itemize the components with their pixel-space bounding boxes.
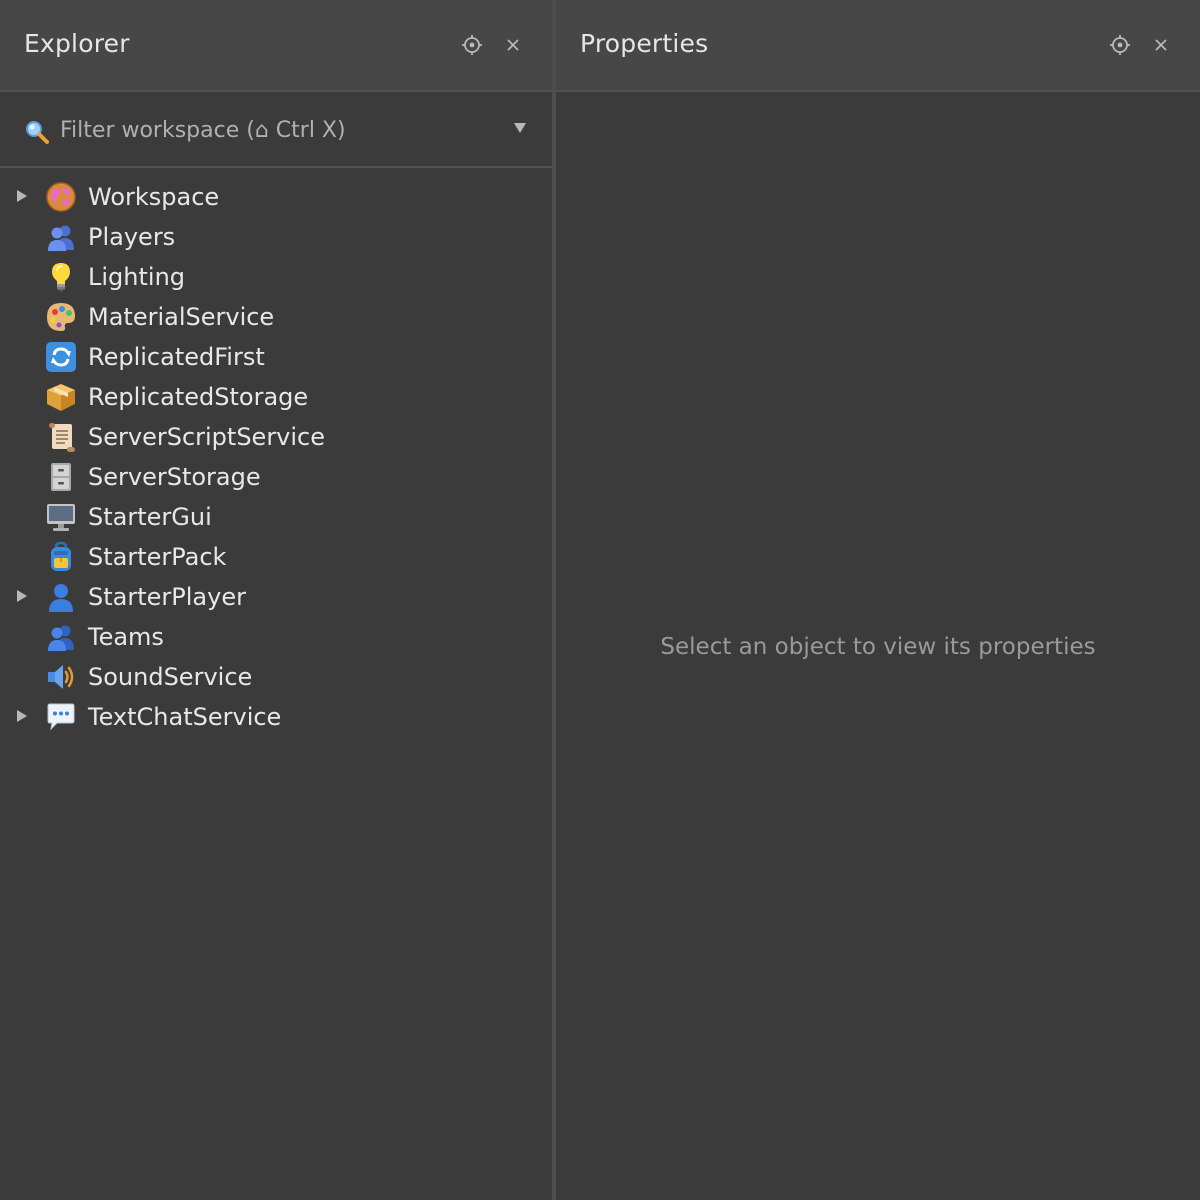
filter-workspace-input[interactable] [60, 112, 480, 148]
speaker-icon [48, 665, 74, 689]
tree-item-label: StarterPlayer [88, 583, 246, 611]
tree-item-label: TextChatService [88, 703, 282, 731]
palette-icon [47, 303, 75, 331]
gear-icon [1110, 35, 1130, 55]
explorer-title: Explorer [24, 29, 130, 58]
explorer-close-button[interactable] [498, 30, 528, 60]
tree-item-textchatservice[interactable]: TextChatService [0, 696, 552, 736]
tree-item-players[interactable]: Players [0, 216, 552, 256]
expand-arrow-icon[interactable] [14, 188, 30, 204]
tree-item-replicatedfirst[interactable]: ReplicatedFirst [0, 336, 552, 376]
close-icon [507, 39, 519, 51]
tree-item-starterpack[interactable]: StarterPack [0, 536, 552, 576]
tree-item-teams[interactable]: Teams [0, 616, 552, 656]
properties-title: Properties [580, 29, 709, 58]
explorer-filter-bar [0, 92, 552, 168]
properties-panel: Properties Select an object to view its [556, 0, 1200, 1200]
tree-item-startergui[interactable]: StarterGui [0, 496, 552, 536]
tree-item-label: Teams [88, 623, 164, 651]
tree-item-label: Lighting [88, 263, 186, 291]
properties-close-button[interactable] [1146, 30, 1176, 60]
close-icon [1155, 39, 1167, 51]
person-icon [49, 584, 73, 612]
expand-arrow-icon[interactable] [14, 708, 30, 724]
tree-item-label: ServerStorage [88, 463, 261, 491]
tree-item-label: Workspace [88, 183, 220, 211]
expand-arrow-icon[interactable] [14, 588, 30, 604]
tree-item-label: ReplicatedFirst [88, 343, 265, 371]
studio-panels: Explorer Filter workspace (⌂ Ctrl X) Wor… [0, 0, 1200, 1200]
tree-item-label: MaterialService [88, 303, 275, 331]
lightbulb-icon [52, 263, 70, 292]
tree-item-label: Players [88, 223, 176, 251]
tree-item-label: SoundService [88, 663, 253, 691]
file-cabinet-icon [51, 463, 71, 491]
explorer-panel: Explorer Filter workspace (⌂ Ctrl X) Wor… [0, 0, 552, 1200]
search-icon [26, 121, 49, 144]
tree-item-label: StarterPack [88, 543, 227, 571]
tree-item-lighting[interactable]: Lighting [0, 256, 552, 296]
tree-item-workspace[interactable]: Workspace [0, 176, 552, 216]
tree-item-soundservice[interactable]: SoundService [0, 656, 552, 696]
explorer-tree: Workspace Players Lighting MaterialServi… [0, 176, 552, 736]
explorer-header: Explorer [0, 0, 552, 92]
tree-item-materialservice[interactable]: MaterialService [0, 296, 552, 336]
monitor-icon [47, 504, 75, 531]
backpack-icon [51, 541, 71, 571]
properties-empty-message: Select an object to view its properties [660, 634, 1096, 660]
refresh-arrows-icon [46, 342, 76, 372]
tree-item-starterplayer[interactable]: StarterPlayer [0, 576, 552, 616]
players-icon [48, 225, 74, 251]
tree-item-label: StarterGui [88, 503, 212, 531]
filter-dropdown-button[interactable] [508, 116, 532, 140]
explorer-settings-button[interactable] [457, 30, 487, 60]
properties-header: Properties [556, 0, 1200, 92]
tree-item-serverscriptservice[interactable]: ServerScriptService [0, 416, 552, 456]
globe-icon [46, 182, 76, 212]
gear-icon [462, 35, 482, 55]
speech-bubble-icon [47, 703, 75, 731]
properties-settings-button[interactable] [1105, 30, 1135, 60]
tree-item-label: ReplicatedStorage [88, 383, 309, 411]
tree-item-label: ServerScriptService [88, 423, 326, 451]
package-box-icon [47, 384, 75, 411]
triangle-down-icon [514, 123, 526, 133]
scroll-icon [49, 423, 75, 452]
tree-item-serverstorage[interactable]: ServerStorage [0, 456, 552, 496]
tree-item-replicatedstorage[interactable]: ReplicatedStorage [0, 376, 552, 416]
team-icon [48, 625, 74, 651]
